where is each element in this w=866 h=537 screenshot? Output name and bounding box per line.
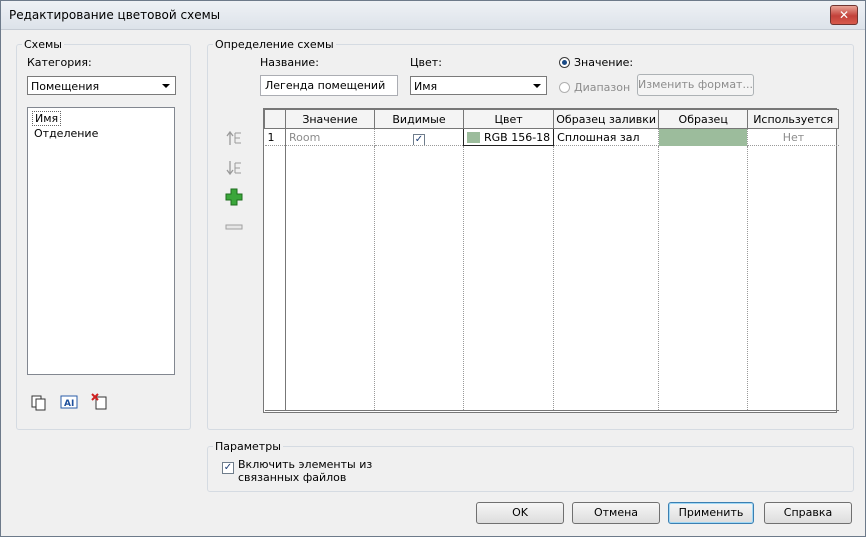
visible-cell[interactable]: ✓ <box>374 128 464 146</box>
color-select-value: Имя <box>414 80 438 93</box>
list-item[interactable]: Отделение <box>34 127 98 140</box>
grid-header-row: Значение Видимые Цвет Образец заливки Об… <box>264 109 840 129</box>
cancel-button[interactable]: Отмена <box>572 502 660 524</box>
title-bar: Редактирование цветовой схемы ✕ <box>1 1 865 30</box>
move-up-icon[interactable] <box>225 129 243 147</box>
add-value-icon[interactable] <box>225 188 243 206</box>
color-value: RGB 156-18 <box>484 130 551 144</box>
schemes-list[interactable]: Имя Отделение <box>27 107 175 375</box>
category-select[interactable]: Помещения <box>27 76 176 95</box>
range-radio-label: Диапазон <box>574 81 631 94</box>
include-linked-checkbox[interactable]: ✓ <box>222 462 234 474</box>
value-radio-label: Значение: <box>574 56 634 69</box>
ok-button[interactable]: OK <box>476 502 564 524</box>
include-linked-label-line1: Включить элементы из <box>238 458 373 471</box>
duplicate-icon[interactable] <box>30 394 48 412</box>
params-group-title: Параметры <box>213 440 283 453</box>
color-swatch <box>467 132 480 143</box>
category-label: Категория: <box>27 56 92 69</box>
used-cell: Нет <box>747 128 839 146</box>
column-header <box>264 109 286 129</box>
svg-text:AI: AI <box>64 399 74 409</box>
visible-checkbox[interactable]: ✓ <box>413 134 425 145</box>
column-header[interactable]: Видимые <box>374 109 464 129</box>
range-radio[interactable] <box>559 82 570 93</box>
definition-group-title: Определение схемы <box>213 38 336 51</box>
close-button[interactable]: ✕ <box>830 5 858 25</box>
include-linked-label-line2: связанных файлов <box>238 471 347 484</box>
column-header[interactable]: Значение <box>285 109 375 129</box>
name-input[interactable] <box>260 75 398 96</box>
chevron-down-icon <box>162 84 170 88</box>
grid-empty-area <box>264 145 839 411</box>
column-header[interactable]: Используется <box>747 109 840 129</box>
schemes-group-title: Схемы <box>22 38 64 51</box>
help-button[interactable]: Справка <box>764 502 852 524</box>
value-radio[interactable] <box>559 57 570 68</box>
scheme-grid: Значение Видимые Цвет Образец заливки Об… <box>264 109 840 411</box>
color-cell[interactable]: RGB 156-18 <box>462 128 555 146</box>
column-header[interactable]: Образец заливки <box>553 109 660 129</box>
sample-cell <box>658 128 749 146</box>
remove-value-icon[interactable] <box>225 218 243 236</box>
column-header[interactable]: Образец <box>658 109 749 129</box>
value-cell[interactable]: Room <box>285 128 375 146</box>
row-number: 1 <box>264 128 286 146</box>
category-select-value: Помещения <box>31 80 100 93</box>
delete-icon[interactable] <box>91 393 109 411</box>
name-label: Название: <box>260 56 319 69</box>
list-item[interactable]: Имя <box>32 111 62 126</box>
color-label: Цвет: <box>410 56 442 69</box>
table-row[interactable]: 1 Room ✓ RGB 156-18 Сплошная зал Нет <box>264 128 839 146</box>
fill-pattern-cell[interactable]: Сплошная зал <box>553 128 660 146</box>
apply-button[interactable]: Применить <box>668 502 754 524</box>
color-select[interactable]: Имя <box>410 76 547 95</box>
rename-icon[interactable]: AI <box>60 393 78 411</box>
window-title: Редактирование цветовой схемы <box>9 8 221 22</box>
move-down-icon[interactable] <box>225 159 243 177</box>
chevron-down-icon <box>533 84 541 88</box>
column-header[interactable]: Цвет <box>462 109 555 129</box>
change-format-button[interactable]: Изменить формат... <box>637 74 754 96</box>
dialog-window: Редактирование цветовой схемы ✕ Схемы Ка… <box>0 0 866 537</box>
